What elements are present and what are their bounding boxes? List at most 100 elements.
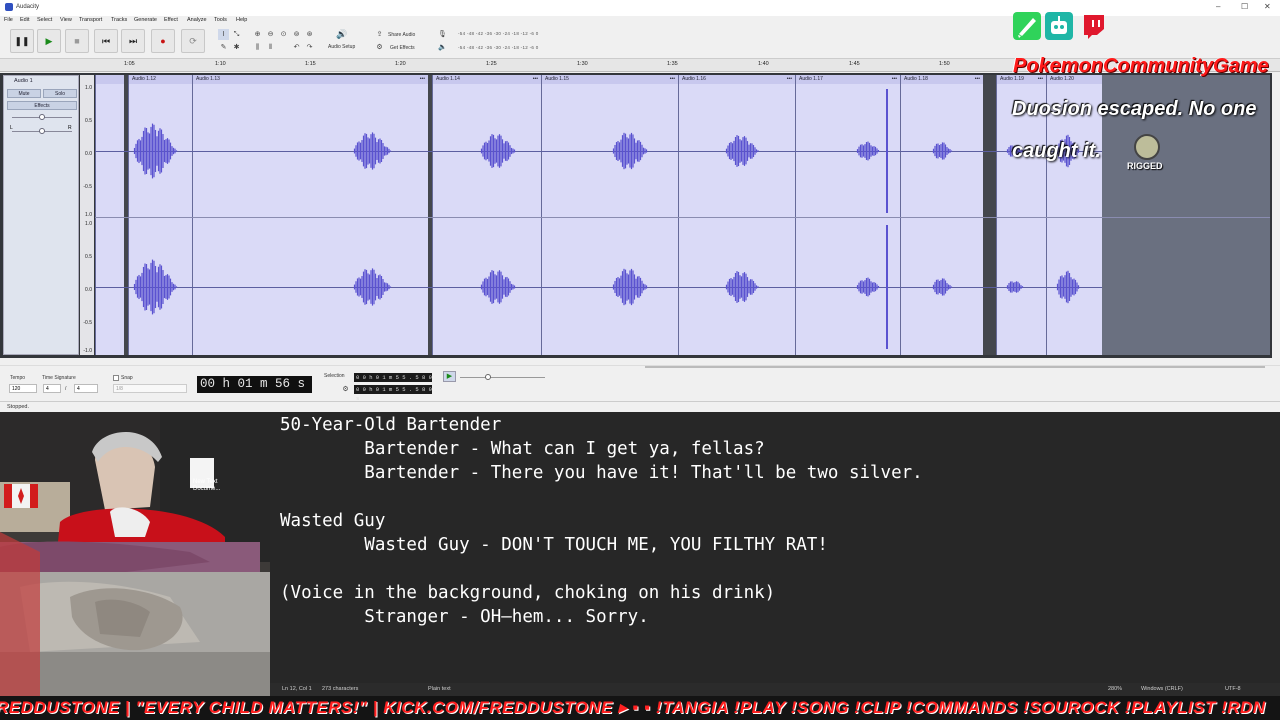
ruler-tick: 1:25 [486, 61, 497, 67]
text-line[interactable]: (Voice in the background, choking on his… [280, 583, 775, 603]
menu-effect[interactable]: Effect [164, 17, 178, 23]
get-effects-label[interactable]: Get Effects [390, 45, 415, 51]
record-icon: ● [160, 36, 166, 46]
ticker-text: REDDUSTONE | "EVERY CHILD MATTERS!" | KI… [0, 698, 1266, 717]
record-button[interactable]: ● [151, 29, 175, 53]
playback-meter-scale[interactable]: -54 -48 -42 -36 -30 -24 -18 -12 -6 0 [458, 45, 539, 50]
ruler-tick: 1:50 [939, 61, 950, 67]
selection-tool-icon[interactable]: I [218, 29, 229, 40]
tempo-label: Tempo [10, 375, 26, 381]
time-sig-numerator[interactable]: 4 [43, 384, 61, 393]
silence-icon[interactable]: ⫴ [265, 42, 276, 53]
skip-end-button[interactable]: ⏭ [121, 29, 145, 53]
fit-selection-icon[interactable]: ⊙ [278, 29, 289, 40]
brand-overlay-text: PokemonCommunityGame [1013, 55, 1269, 77]
selection-settings-icon[interactable]: ⚙ [340, 384, 351, 395]
record-meter-scale[interactable]: -54 -48 -42 -36 -30 -24 -18 -12 -6 0 [458, 31, 539, 36]
trim-icon[interactable]: ⫼ [252, 42, 263, 53]
menu-tracks[interactable]: Tracks [111, 17, 127, 23]
text-line[interactable]: Stranger - OH—hem... Sorry. [280, 607, 648, 627]
notepad-editor[interactable]: 50-Year-Old Bartender Bartender - What c… [270, 412, 1280, 696]
snap-select[interactable]: 1/8 [113, 384, 187, 393]
play-button[interactable]: ▶ [37, 29, 61, 53]
bottom-toolbar: Tempo 120 Time Signature 4 / 4 Snap 1/8 … [0, 365, 1280, 402]
text-line[interactable]: Wasted Guy [280, 511, 385, 531]
play-speed-slider[interactable] [460, 377, 545, 378]
undo-icon[interactable]: ↶ [291, 42, 302, 53]
selection-label: Selection [324, 373, 345, 379]
loop-icon: ⟳ [189, 35, 197, 46]
audio-setup-label[interactable]: Audio Setup [328, 44, 355, 50]
play-icon: ▶ [446, 373, 453, 380]
text-line[interactable]: Wasted Guy - DON'T TOUCH ME, YOU FILTHY … [280, 535, 828, 555]
menu-file[interactable]: File [4, 17, 13, 23]
menu-analyze[interactable]: Analyze [187, 17, 207, 23]
rigged-badge-text: RIGGED [1127, 161, 1163, 171]
text-line[interactable]: 50-Year-Old Bartender [280, 415, 501, 435]
snap-checkbox[interactable] [113, 375, 119, 381]
microphone-icon[interactable]: 🎙 [437, 29, 448, 40]
zoom-in-icon[interactable]: ⊕ [252, 29, 263, 40]
rigged-badge: RIGGED [1126, 134, 1170, 174]
text-format: Plain text [428, 686, 451, 692]
fit-project-icon[interactable]: ⊚ [291, 29, 302, 40]
transport-toolbar: ❚❚ ▶ ■ ⏮ ⏭ ● ⟳ I ⤡ ✎ ✱ ⊕ ⊖ ⊙ ⊚ ⊛ ⫼ ⫴ ↶ ↷… [0, 26, 1000, 58]
notepad-status-bar: Ln 12, Col 1 273 characters Plain text 2… [270, 683, 1280, 696]
tempo-input[interactable]: 120 [9, 384, 37, 393]
status-text: Stopped. [7, 404, 30, 410]
twitch-icon [1080, 12, 1108, 40]
zoom-toggle-icon[interactable]: ⊛ [304, 29, 315, 40]
redo-icon[interactable]: ↷ [304, 42, 315, 53]
selection-end[interactable]: 0 0 h 0 1 m 5 5 . 5 8 9 s [354, 385, 432, 402]
stop-button[interactable]: ■ [65, 29, 89, 53]
time-display[interactable]: 00 h 01 m 56 s [197, 376, 312, 393]
minimize-button[interactable]: – [1216, 2, 1220, 11]
menu-transport[interactable]: Transport [79, 17, 102, 23]
multi-tool-icon[interactable]: ✱ [231, 42, 242, 53]
menu-edit[interactable]: Edit [20, 17, 29, 23]
pause-icon: ❚❚ [14, 35, 30, 46]
play-at-speed-button[interactable]: ▶ [443, 371, 456, 382]
menu-select[interactable]: Select [37, 17, 52, 23]
stream-ticker: REDDUSTONE | "EVERY CHILD MATTERS!" | KI… [0, 696, 1280, 720]
selection-start[interactable]: 0 0 h 0 1 m 5 5 . 5 8 9 s [354, 373, 432, 390]
screen: Audacity – ☐ ✕ File Edit Select View Tra… [0, 0, 1280, 720]
desktop-icon-label-1[interactable]: New Text [193, 479, 218, 485]
snap-label: Snap [121, 375, 133, 381]
speaker-icon[interactable]: 🔊 [336, 29, 347, 40]
ruler-tick: 1:40 [758, 61, 769, 67]
time-sig-slash: / [65, 386, 67, 392]
playback-speaker-icon[interactable]: 🔈 [437, 42, 448, 53]
skip-start-button[interactable]: ⏮ [94, 29, 118, 53]
line-ending: Windows (CRLF) [1141, 686, 1183, 692]
skip-end-icon: ⏭ [128, 35, 138, 46]
close-button[interactable]: ✕ [1264, 2, 1271, 11]
desktop-icon-label-2[interactable]: Docume... [193, 486, 220, 492]
effects-plug-icon[interactable]: ⚙ [374, 42, 385, 53]
ruler-tick: 1:05 [124, 61, 135, 67]
text-line[interactable]: Bartender - There you have it! That'll b… [280, 463, 922, 483]
menu-help[interactable]: Help [236, 17, 247, 23]
zoom-level[interactable]: 280% [1108, 686, 1122, 692]
share-icon[interactable]: ⇪ [374, 29, 385, 40]
overlay-message-line1: Duosion escaped. No one [1012, 98, 1257, 120]
play-speed-thumb[interactable] [485, 374, 491, 380]
loop-button[interactable]: ⟳ [181, 29, 205, 53]
envelope-tool-icon[interactable]: ⤡ [231, 29, 242, 40]
encoding: UTF-8 [1225, 686, 1241, 692]
status-bar: Stopped. [0, 401, 1280, 412]
time-sig-denominator[interactable]: 4 [74, 384, 98, 393]
maximize-button[interactable]: ☐ [1241, 2, 1248, 11]
time-signature-label: Time Signature [42, 375, 76, 381]
horizontal-scrollbar[interactable] [645, 366, 1265, 368]
menu-tools[interactable]: Tools [214, 17, 227, 23]
draw-tool-icon[interactable]: ✎ [218, 42, 229, 53]
text-line[interactable]: Bartender - What can I get ya, fellas? [280, 439, 764, 459]
share-audio-label[interactable]: Share Audio [388, 32, 415, 38]
menu-generate[interactable]: Generate [134, 17, 157, 23]
zoom-out-icon[interactable]: ⊖ [265, 29, 276, 40]
ruler-tick: 1:45 [849, 61, 860, 67]
pause-button[interactable]: ❚❚ [10, 29, 34, 53]
audacity-app-icon [5, 3, 13, 11]
menu-view[interactable]: View [60, 17, 72, 23]
